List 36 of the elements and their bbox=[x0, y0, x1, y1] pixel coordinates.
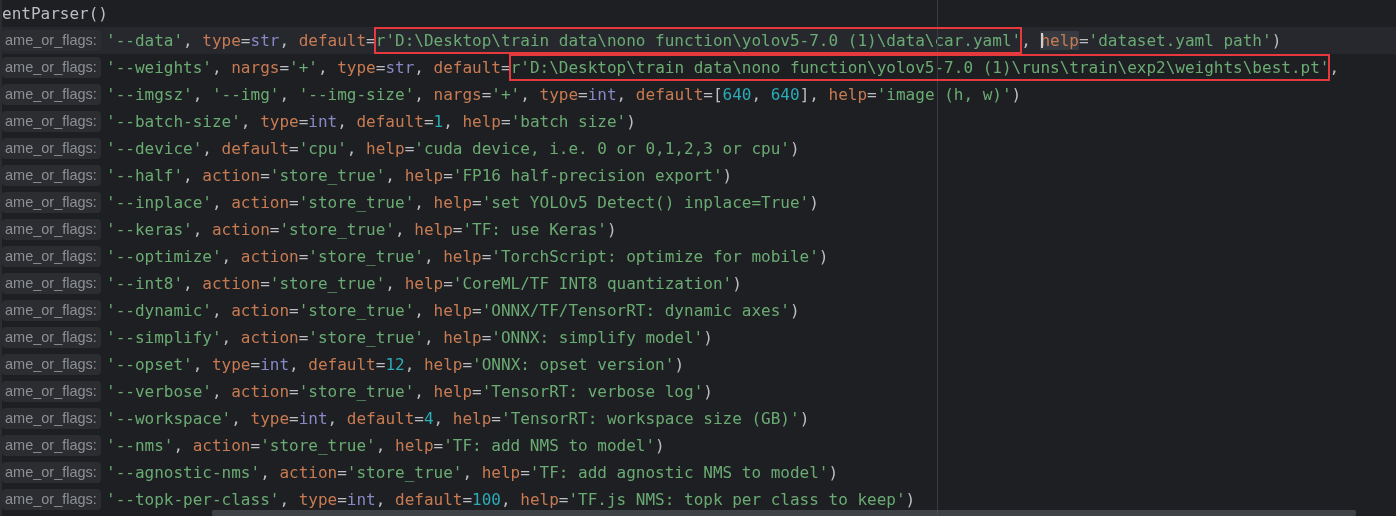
code-line: '--nms', action='store_true', help='TF: add NMS to model') bbox=[106, 436, 665, 455]
code-line: '--half', action='store_true', help='FP16 half-precision export') bbox=[106, 166, 733, 185]
code-line: '--optimize', action='store_true', help='TorchScript: optimize for mobile') bbox=[106, 247, 829, 266]
inlay-hint: ame_or_flags: bbox=[2, 462, 101, 483]
code-line: '--device', default='cpu', help='cuda device, i.e. 0 or 0,1,2,3 or cpu') bbox=[106, 139, 800, 158]
code-line: '--dynamic', action='store_true', help='ONNX/TF/TensorRT: dynamic axes') bbox=[106, 301, 800, 320]
inlay-hint: ame_or_flags: bbox=[2, 84, 101, 105]
inlay-hint: ame_or_flags: bbox=[2, 111, 101, 132]
inlay-hint: ame_or_flags: bbox=[2, 57, 101, 78]
inlay-hint: ame_or_flags: bbox=[2, 300, 101, 321]
inlay-hint: ame_or_flags: bbox=[2, 327, 101, 348]
code-line: entParser() bbox=[2, 4, 108, 23]
inlay-hint: ame_or_flags: bbox=[2, 30, 101, 51]
inlay-hint: ame_or_flags: bbox=[2, 408, 101, 429]
inlay-hint: ame_or_flags: bbox=[2, 489, 101, 510]
inlay-hint: ame_or_flags: bbox=[2, 192, 101, 213]
code-line: '--batch-size', type=int, default=1, help='batch size') bbox=[106, 112, 636, 131]
code-line: '--imgsz', '--img', '--img-size', nargs='+', type=int, default=[640, 640], help='image (h, w)') bbox=[106, 85, 1022, 104]
inlay-hint: ame_or_flags: bbox=[2, 435, 101, 456]
inlay-hint: ame_or_flags: bbox=[2, 138, 101, 159]
code-line: '--agnostic-nms', action='store_true', help='TF: add agnostic NMS to model') bbox=[106, 463, 839, 482]
inlay-hint: ame_or_flags: bbox=[2, 354, 101, 375]
inlay-hint: ame_or_flags: bbox=[2, 273, 101, 294]
inlay-hint: ame_or_flags: bbox=[2, 246, 101, 267]
code-line: '--keras', action='store_true', help='TF: use Keras') bbox=[106, 220, 617, 239]
code-line: '--simplify', action='store_true', help='ONNX: simplify model') bbox=[106, 328, 713, 347]
code-line: '--workspace', type=int, default=4, help='TensorRT: workspace size (GB)') bbox=[106, 409, 810, 428]
code-line: '--int8', action='store_true', help='CoreML/TF INT8 quantization') bbox=[106, 274, 742, 293]
inlay-hint: ame_or_flags: bbox=[2, 165, 101, 186]
inlay-hint: ame_or_flags: bbox=[2, 381, 101, 402]
horizontal-scrollbar[interactable] bbox=[212, 510, 1356, 516]
code-line: '--inplace', action='store_true', help='set YOLOv5 Detect() inplace=True') bbox=[106, 193, 819, 212]
code-line: '--topk-per-class', type=int, default=100, help='TF.js NMS: topk per class to keep') bbox=[106, 490, 916, 509]
code-line: '--verbose', action='store_true', help='TensorRT: verbose log') bbox=[106, 382, 713, 401]
code-line: '--opset', type=int, default=12, help='ONNX: opset version') bbox=[106, 355, 685, 374]
inlay-hint: ame_or_flags: bbox=[2, 219, 101, 240]
